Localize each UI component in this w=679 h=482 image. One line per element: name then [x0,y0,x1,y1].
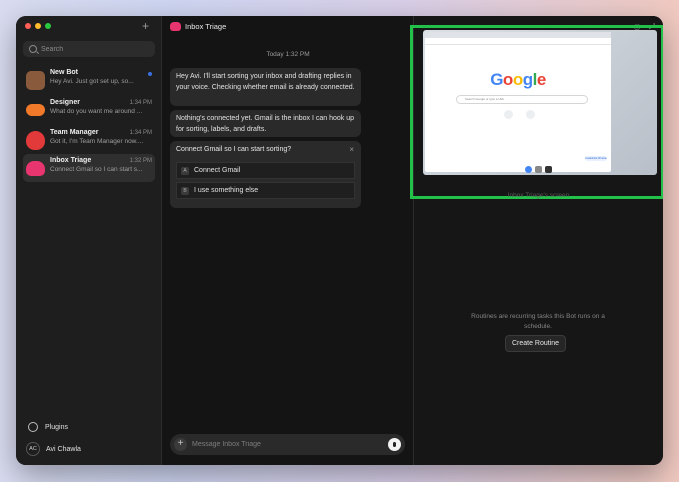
routines-empty-text: Routines are recurring tasks this Bot ru… [471,313,605,330]
chat-time: 1:34 PM [129,129,152,136]
google-search-box: Search Google or type a URL [456,95,588,104]
prompt-title: Connect Gmail so I can start sorting? [176,146,292,153]
chat-list-item-team-manager[interactable]: Team Manager 1:34 PM Got it, I'm Team Ma… [23,126,155,154]
message-bubble: Nothing's connected yet. Gmail is the in… [170,110,361,137]
chat-list-item-new-bot[interactable]: New Bot Hey Avi. Just got set up, so... [23,66,155,94]
minimize-window-button[interactable] [35,23,41,29]
window-controls [25,23,51,29]
message-input[interactable] [192,441,383,448]
terminal-icon [545,166,552,173]
chat-name: Designer [50,99,80,106]
option-label: I use something else [194,187,259,194]
chrome-icon [525,166,532,173]
microphone-button[interactable] [388,438,401,451]
option-key: B [181,186,189,195]
chat-title: Inbox Triage [185,22,227,31]
bot-avatar-icon [26,71,45,90]
chat-name: Inbox Triage [50,157,92,164]
browser-window: Google Search Google or type a URL Custo… [425,32,611,173]
create-routine-button[interactable]: Create Routine [505,335,566,352]
shortcut-icon [526,110,535,119]
dock [525,166,552,173]
sidebar: + New Bot Hey Avi. Just got set up, so..… [16,16,162,465]
action-prompt-card: Connect Gmail so I can start sorting? × … [170,141,361,208]
chat-time: 1:34 PM [129,99,152,106]
unread-indicator [148,72,152,76]
plug-icon [28,422,38,432]
date-separator: Today 1:32 PM [266,51,310,58]
chat-preview: Hey Avi. Just got set up, so... [50,78,134,85]
app-window: + New Bot Hey Avi. Just got set up, so..… [16,16,663,465]
google-logo: Google [490,70,546,89]
option-label: Connect Gmail [194,167,241,174]
chat-preview: Connect Gmail so I can start s... [50,166,143,173]
bot-avatar-icon [26,161,45,176]
new-chat-button[interactable]: + [142,19,149,33]
chat-preview: What do you want me around ... [50,108,143,115]
chat-preview: Got it, I'm Team Manager now.... [50,138,144,145]
microphone-icon [393,442,396,447]
message-composer: + [170,434,405,455]
chat-pane: Inbox Triage Today 1:32 PM Hey Avi. I'll… [162,16,414,465]
avatar: AC [26,442,40,456]
option-key: A [181,166,189,175]
plugins-button[interactable]: Plugins [28,422,68,432]
shortcut-icon [504,110,513,119]
option-something-else[interactable]: B I use something else [176,182,355,199]
user-profile[interactable]: AC Avi Chawla [26,442,81,456]
bot-screen-panel: ◎ ⤢ Google Search Google or type a URL C… [410,16,663,465]
search-bar[interactable] [23,41,155,57]
customize-chrome-button: Customize Chrome [585,156,607,161]
search-input[interactable] [41,45,151,53]
app-icon [535,166,542,173]
bot-avatar-icon [170,22,181,31]
bot-screen-preview[interactable]: Google Search Google or type a URL Custo… [423,30,657,175]
chat-list-item-inbox-triage[interactable]: Inbox Triage 1:32 PM Connect Gmail so I … [23,154,155,182]
attach-button[interactable]: + [174,438,187,451]
chat-name: Team Manager [50,129,99,136]
screen-caption: Inbox Triage's screen [507,192,570,199]
browser-url-bar [425,38,611,45]
search-icon [29,45,37,53]
option-connect-gmail[interactable]: A Connect Gmail [176,162,355,179]
bot-avatar-icon [26,104,45,116]
close-window-button[interactable] [25,23,31,29]
bot-avatar-icon [26,131,45,150]
user-name: Avi Chawla [46,445,81,453]
maximize-window-button[interactable] [45,23,51,29]
message-bubble: Hey Avi. I'll start sorting your inbox a… [170,68,361,106]
plugins-label: Plugins [45,423,68,431]
chat-time: 1:32 PM [129,157,152,164]
chat-header: Inbox Triage [170,22,226,31]
close-icon[interactable]: × [349,145,354,154]
chat-name: New Bot [50,69,78,76]
chat-list-item-designer[interactable]: Designer 1:34 PM What do you want me aro… [23,96,155,124]
